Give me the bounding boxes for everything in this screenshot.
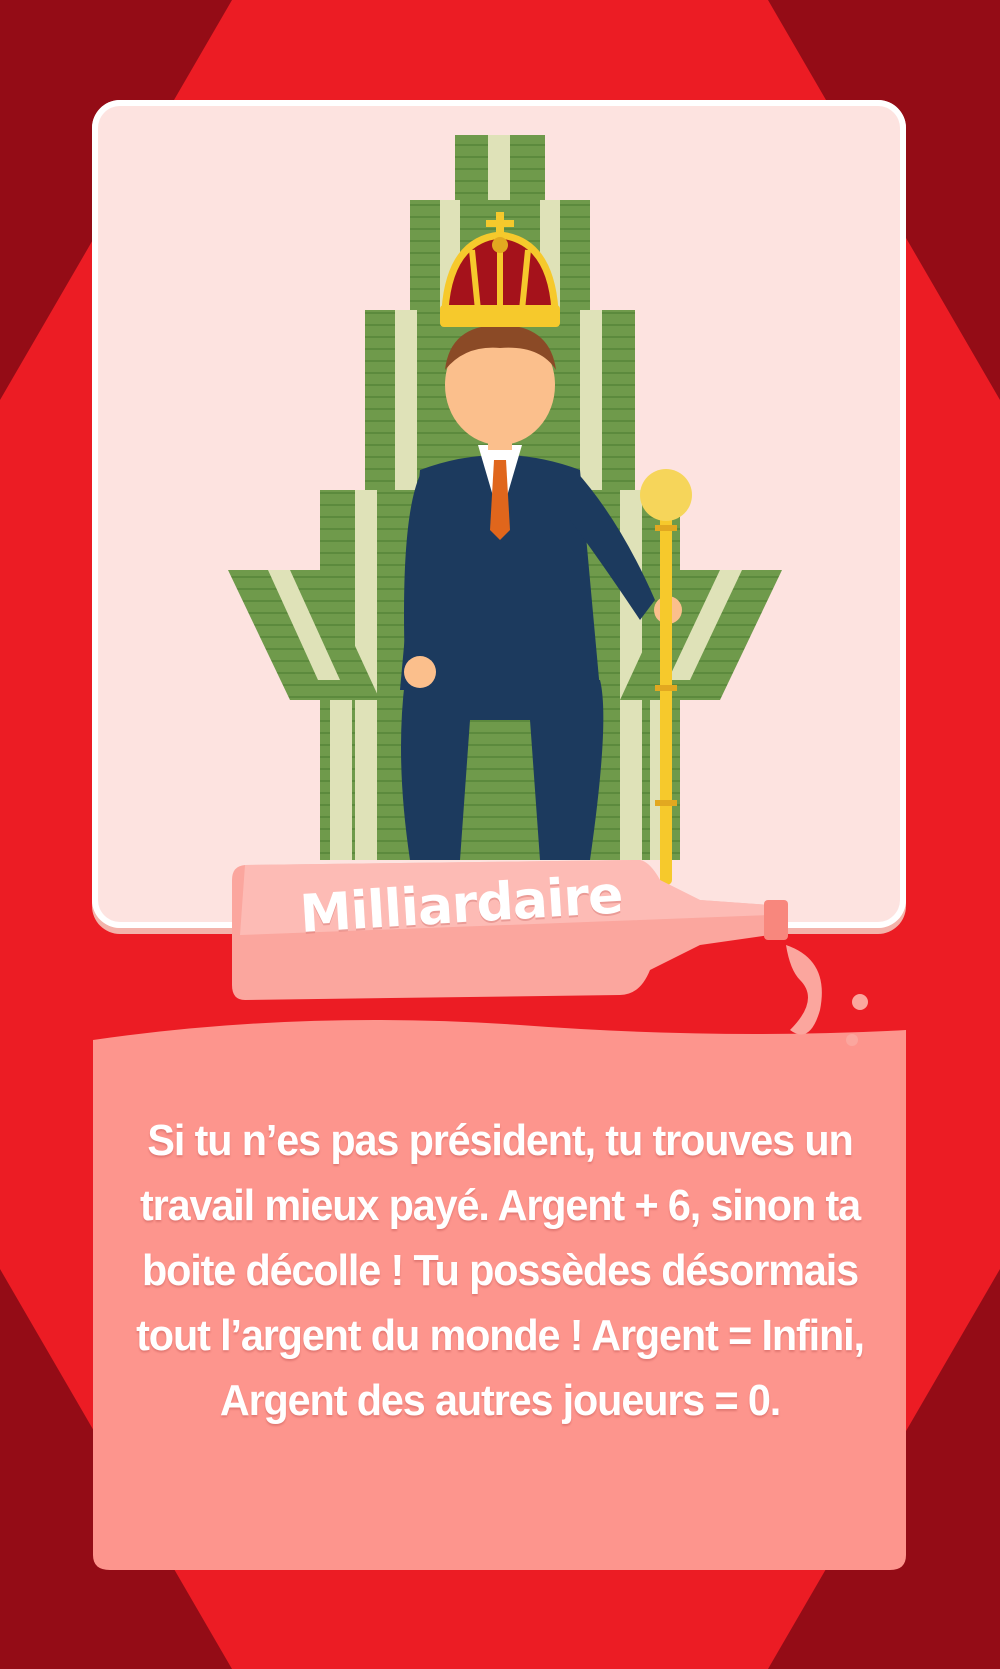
billionaire-illustration bbox=[228, 135, 782, 885]
card-description: Si tu n’es pas président, tu trouves un … bbox=[136, 1116, 865, 1425]
